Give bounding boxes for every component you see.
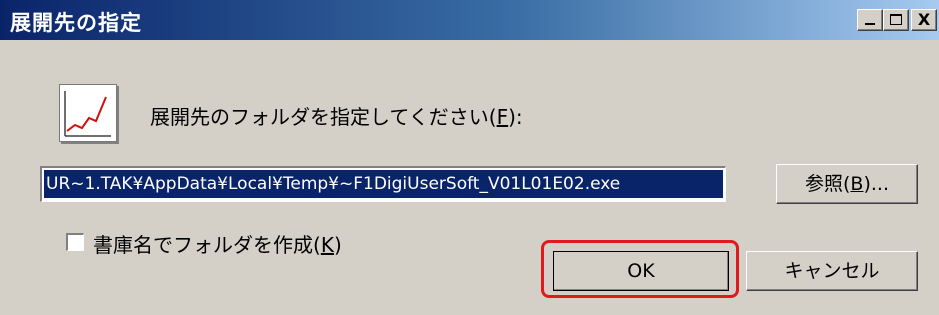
- browse-button[interactable]: 参照(B)...: [776, 164, 918, 204]
- destination-prompt: 展開先のフォルダを指定してください(F):: [150, 105, 523, 129]
- create-folder-label[interactable]: 書庫名でフォルダを作成(K): [93, 229, 342, 258]
- maximize-icon: [890, 14, 902, 25]
- close-icon: X: [917, 10, 931, 29]
- ok-button-highlight: [541, 240, 739, 298]
- extract-destination-dialog: 展開先の指定 X 展開先のフォルダを指定してください(F): UR~1.TAK¥…: [0, 0, 939, 315]
- title-bar[interactable]: 展開先の指定 X: [0, 0, 939, 40]
- minimize-button[interactable]: [857, 9, 883, 31]
- line-chart-icon: [59, 84, 117, 142]
- destination-path-input[interactable]: UR~1.TAK¥AppData¥Local¥Temp¥~F1DigiUserS…: [40, 166, 726, 202]
- cancel-button[interactable]: キャンセル: [746, 251, 918, 291]
- window-title: 展開先の指定: [10, 11, 142, 35]
- create-folder-checkbox[interactable]: [66, 233, 84, 251]
- destination-path-value: UR~1.TAK¥AppData¥Local¥Temp¥~F1DigiUserS…: [44, 170, 723, 198]
- minimize-icon: [865, 23, 875, 25]
- maximize-button[interactable]: [883, 9, 909, 31]
- close-button[interactable]: X: [911, 9, 937, 31]
